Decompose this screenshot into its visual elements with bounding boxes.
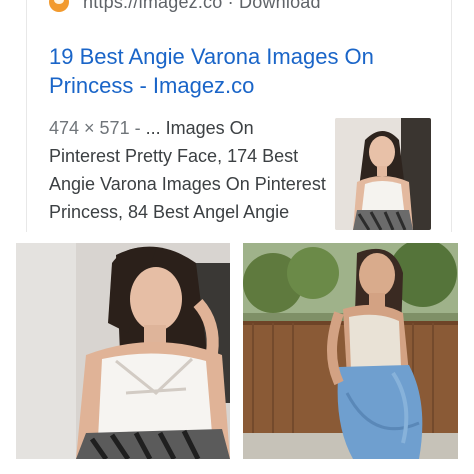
image-result-2[interactable] — [243, 243, 458, 459]
image-result-1[interactable] — [16, 243, 230, 459]
result-thumbnail[interactable] — [335, 118, 431, 230]
imagez-favicon-icon — [49, 0, 69, 12]
result-snippet: 474 × 571 - ... Images On Pinterest Pret… — [49, 114, 327, 232]
source-url[interactable]: https://imagez.co · Download — [83, 0, 321, 13]
image-dimensions: 474 × 571 - — [49, 118, 141, 138]
thumbnail-photo-icon — [335, 118, 431, 230]
search-result-card[interactable]: https://imagez.co · Download 19 Best Ang… — [26, 0, 452, 232]
photo-woman-white-top-icon — [16, 243, 230, 459]
result-title-link[interactable]: 19 Best Angie Varona Images On Princess … — [49, 42, 429, 100]
source-row: https://imagez.co · Download — [49, 0, 321, 13]
photo-woman-jeans-icon — [243, 243, 458, 459]
